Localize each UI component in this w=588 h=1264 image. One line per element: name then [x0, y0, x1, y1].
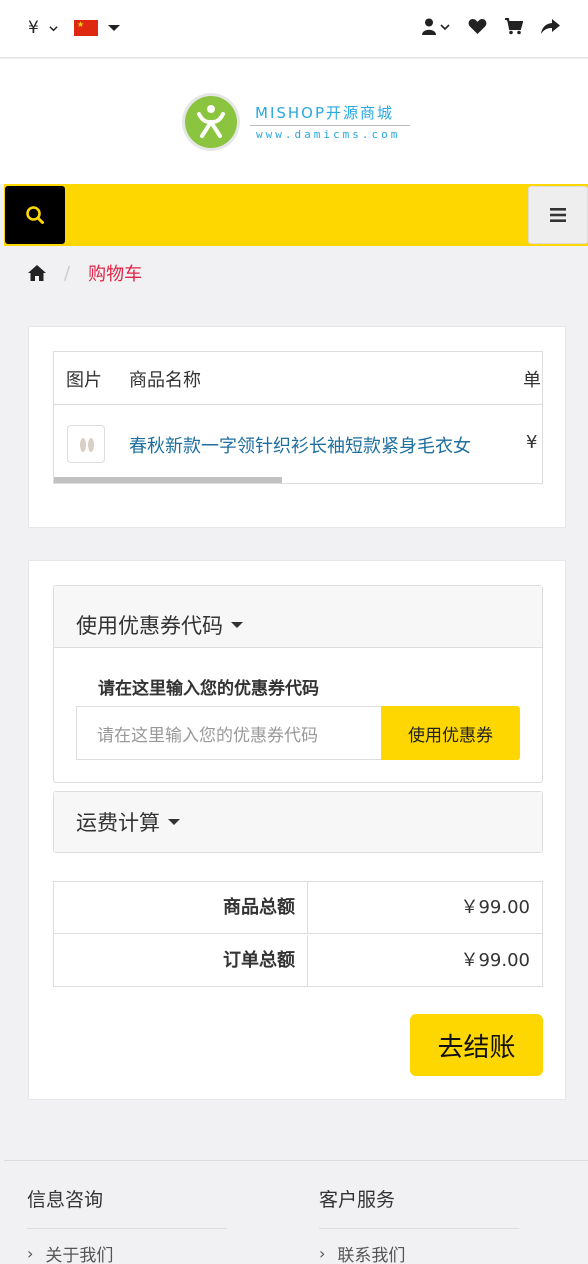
slippers-icon [80, 438, 94, 452]
checkout-button[interactable]: 去结账 [410, 1014, 543, 1076]
share-icon[interactable] [541, 18, 560, 35]
coupon-code-input[interactable]: 请在这里输入您的优惠券代码 [76, 706, 382, 760]
coupon-accordion-title: 使用优惠券代码 [76, 614, 223, 638]
top-bar-left: ¥ ★ [28, 18, 120, 38]
top-bar-right [422, 18, 560, 35]
breadcrumb: / 购物车 [28, 260, 142, 286]
cart-icon[interactable] [505, 18, 523, 35]
footer-link-label: 关于我们 [45, 1246, 114, 1264]
account-menu[interactable] [422, 18, 450, 35]
logo-title: MISHOP开源商城 [255, 104, 395, 122]
footer: 信息咨询 › 关于我们 客户服务 › 联系我们 [4, 1160, 588, 1264]
table-row: 订单总额 ￥99.00 [54, 935, 542, 987]
caret-down-icon [231, 622, 243, 628]
footer-column-info: 信息咨询 › 关于我们 [27, 1185, 227, 1264]
footer-link-about[interactable]: › 关于我们 [27, 1229, 227, 1264]
product-thumbnail[interactable] [67, 425, 105, 463]
totals-table: 商品总额 ￥99.00 订单总额 ￥99.00 [53, 881, 543, 987]
table-row: 商品总额 ￥99.00 [54, 882, 542, 934]
shipping-accordion-title: 运费计算 [76, 811, 160, 835]
chevron-right-icon: › [319, 1243, 326, 1263]
order-total-value: ￥99.00 [460, 950, 530, 971]
coupon-accordion: 使用优惠券代码 请在这里输入您的优惠券代码 请在这里输入您的优惠券代码 使用优惠… [53, 585, 543, 783]
column-header-name: 商品名称 [129, 370, 201, 391]
subtotal-value: ￥99.00 [460, 897, 530, 918]
order-total-label: 订单总额 [54, 935, 308, 987]
shipping-accordion: 运费计算 [53, 791, 543, 853]
coupon-label: 请在这里输入您的优惠券代码 [98, 679, 319, 699]
footer-column-title: 客户服务 [319, 1185, 519, 1229]
currency-selector[interactable]: ¥ [28, 18, 39, 38]
logo-figure-icon [197, 105, 225, 138]
apply-coupon-button[interactable]: 使用优惠券 [381, 706, 520, 760]
horizontal-scrollbar[interactable] [54, 477, 282, 483]
language-caret-icon[interactable] [107, 25, 120, 31]
search-button[interactable] [5, 186, 65, 244]
home-icon[interactable] [28, 265, 46, 281]
logo-subtitle: www.damicms.com [256, 128, 401, 141]
footer-column-title: 信息咨询 [27, 1185, 227, 1229]
main-nav-bar [4, 184, 588, 246]
china-flag-icon[interactable]: ★ [73, 20, 98, 36]
product-name-link[interactable]: 春秋新款一字领针织衫长袖短款紧身毛衣女 [129, 432, 471, 458]
heart-icon[interactable] [468, 18, 487, 35]
table-row: 春秋新款一字领针织衫长袖短款紧身毛衣女 ¥ [54, 405, 542, 483]
top-bar: ¥ ★ [0, 0, 588, 58]
caret-down-icon [168, 819, 180, 825]
footer-link-contact[interactable]: › 联系我们 [319, 1229, 519, 1264]
shipping-accordion-header[interactable]: 运费计算 [54, 792, 542, 852]
logo-divider [250, 125, 410, 126]
cart-table-header: 图片 商品名称 单 [54, 352, 542, 405]
search-icon [26, 206, 44, 224]
product-price: ¥ [526, 432, 538, 453]
cart-table: 图片 商品名称 单 春秋新款一字领针织衫长袖短款紧身毛衣女 ¥ [53, 351, 543, 484]
menu-toggle-button[interactable] [528, 186, 588, 244]
breadcrumb-current[interactable]: 购物车 [88, 260, 142, 286]
footer-column-service: 客户服务 › 联系我们 [319, 1185, 519, 1264]
checkout-panel: 使用优惠券代码 请在这里输入您的优惠券代码 请在这里输入您的优惠券代码 使用优惠… [28, 560, 566, 1100]
breadcrumb-separator: / [64, 262, 71, 284]
cart-panel: 图片 商品名称 单 春秋新款一字领针织衫长袖短款紧身毛衣女 ¥ [28, 326, 566, 528]
column-header-price: 单 [523, 370, 541, 391]
chevron-right-icon: › [27, 1243, 34, 1263]
user-icon [422, 18, 436, 35]
logo-area: MISHOP开源商城 www.damicms.com [0, 59, 588, 184]
footer-link-label: 联系我们 [337, 1246, 406, 1264]
subtotal-label: 商品总额 [54, 882, 308, 933]
coupon-accordion-header[interactable]: 使用优惠券代码 [54, 586, 542, 648]
column-header-image: 图片 [66, 370, 102, 391]
hamburger-icon [550, 208, 566, 222]
logo-emblem[interactable] [185, 96, 237, 148]
chevron-down-icon[interactable] [49, 24, 58, 33]
chevron-down-icon [440, 23, 450, 30]
